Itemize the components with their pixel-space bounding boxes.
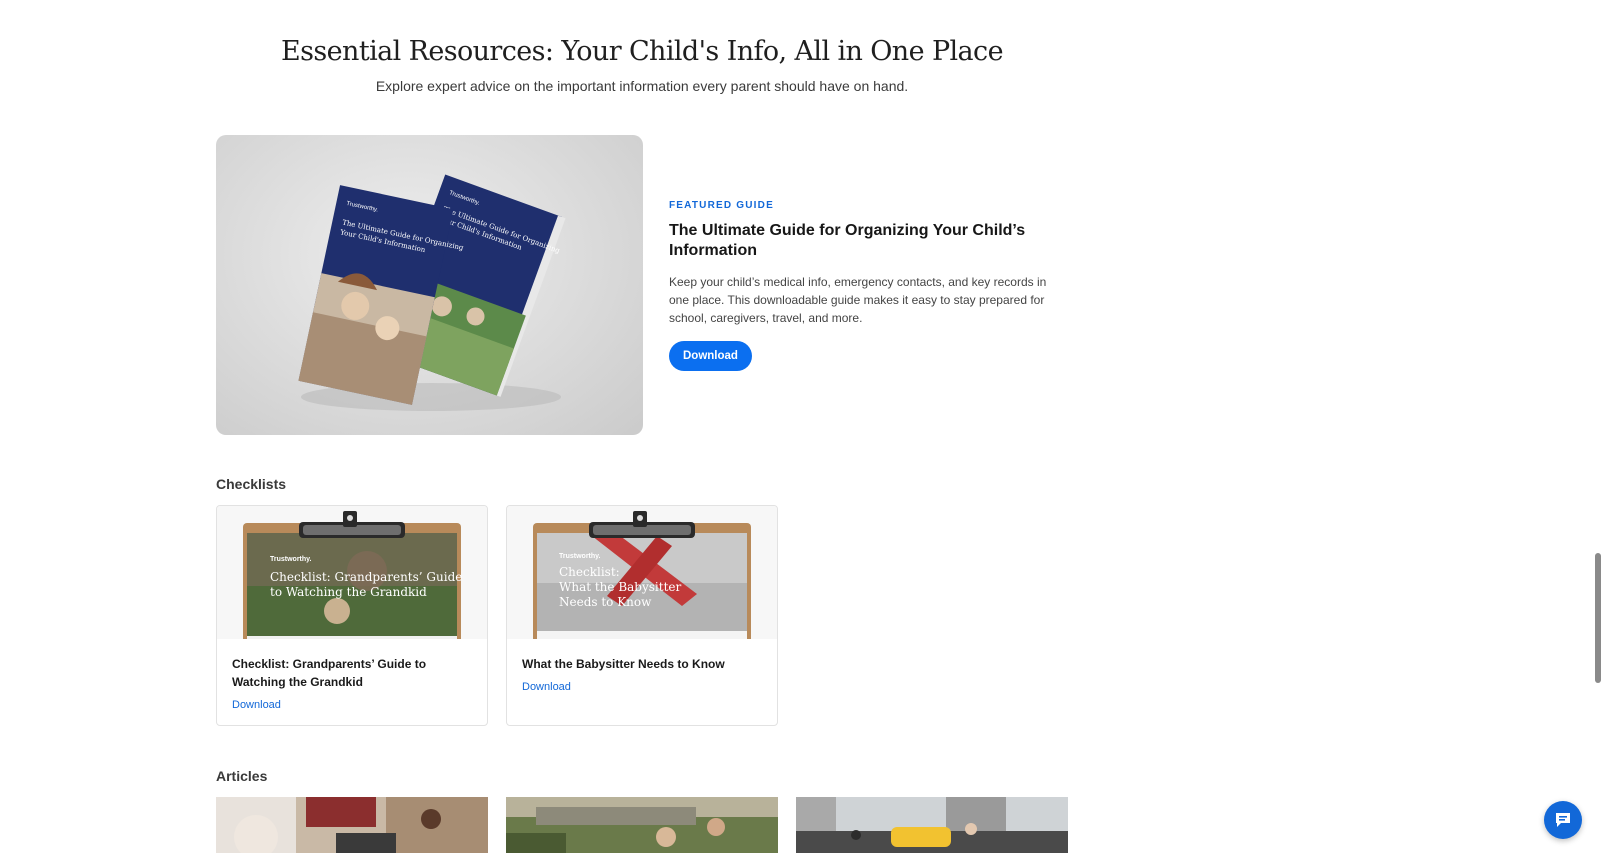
checklist-download-link[interactable]: Download [232,699,281,711]
checklist-thumb-line: What the Babysitter [559,580,681,594]
checklist-card[interactable]: Trustworthy. Checklist: What the Babysit… [506,505,778,726]
classroom-photo [216,797,488,853]
featured-description: Keep your child’s medical info, emergenc… [669,275,1047,325]
clipboard-illustration: Trustworthy. Checklist: What the Babysit… [533,511,751,639]
chat-bubble-icon [1556,813,1570,827]
checklist-card[interactable]: Trustworthy. Checklist: Grandparents’ Gu… [216,505,488,726]
guide-books-illustration: Trustworthy. The Ultimate Guide for Orga… [298,174,566,411]
checklist-thumbnail: Trustworthy. Checklist: What the Babysit… [507,506,777,639]
checklist-thumb-brand: Trustworthy. [559,553,601,560]
featured-download-button[interactable]: Download [669,341,752,371]
checklist-download-link[interactable]: Download [522,681,571,693]
featured-eyebrow: FEATURED GUIDE [669,200,774,211]
articles-heading: Articles [216,768,268,784]
checklist-thumb-brand: Trustworthy. [270,556,312,563]
chat-button[interactable] [1544,801,1582,839]
checklists-heading: Checklists [216,476,287,492]
checklist-thumb-line: Checklist: Grandparents’ Guide [270,570,462,584]
article-card-image[interactable] [506,797,778,853]
page-title: Essential Resources: Your Child's Info, … [281,36,1004,67]
featured-title: The Ultimate Guide for Organizing Your C… [669,222,1026,259]
featured-guide-image[interactable]: Trustworthy. The Ultimate Guide for Orga… [216,135,643,435]
outdoor-playground-photo [506,797,778,853]
checklist-title: Checklist: Grandparents’ Guide to Watchi… [232,657,427,689]
scrollbar-thumb[interactable] [1595,553,1601,683]
checklist-thumb-line: Needs to Know [559,595,652,609]
article-card-image[interactable] [216,797,488,853]
page-subtitle: Explore expert advice on the important i… [375,78,909,94]
page-scrollbar[interactable] [1592,0,1603,853]
checklist-thumbnail: Trustworthy. Checklist: Grandparents’ Gu… [217,506,487,639]
clipboard-illustration: Trustworthy. Checklist: Grandparents’ Gu… [243,511,462,639]
city-street-photo [796,797,1068,853]
resources-page: Essential Resources: Your Child's Info, … [0,0,1603,853]
checklist-thumb-line: Checklist: [559,565,620,579]
article-card-image[interactable] [796,797,1068,853]
checklist-thumb-line: to Watching the Grandkid [270,585,427,599]
checklist-title: What the Babysitter Needs to Know [522,657,725,671]
featured-guide-content: FEATURED GUIDE The Ultimate Guide for Or… [669,200,1069,371]
